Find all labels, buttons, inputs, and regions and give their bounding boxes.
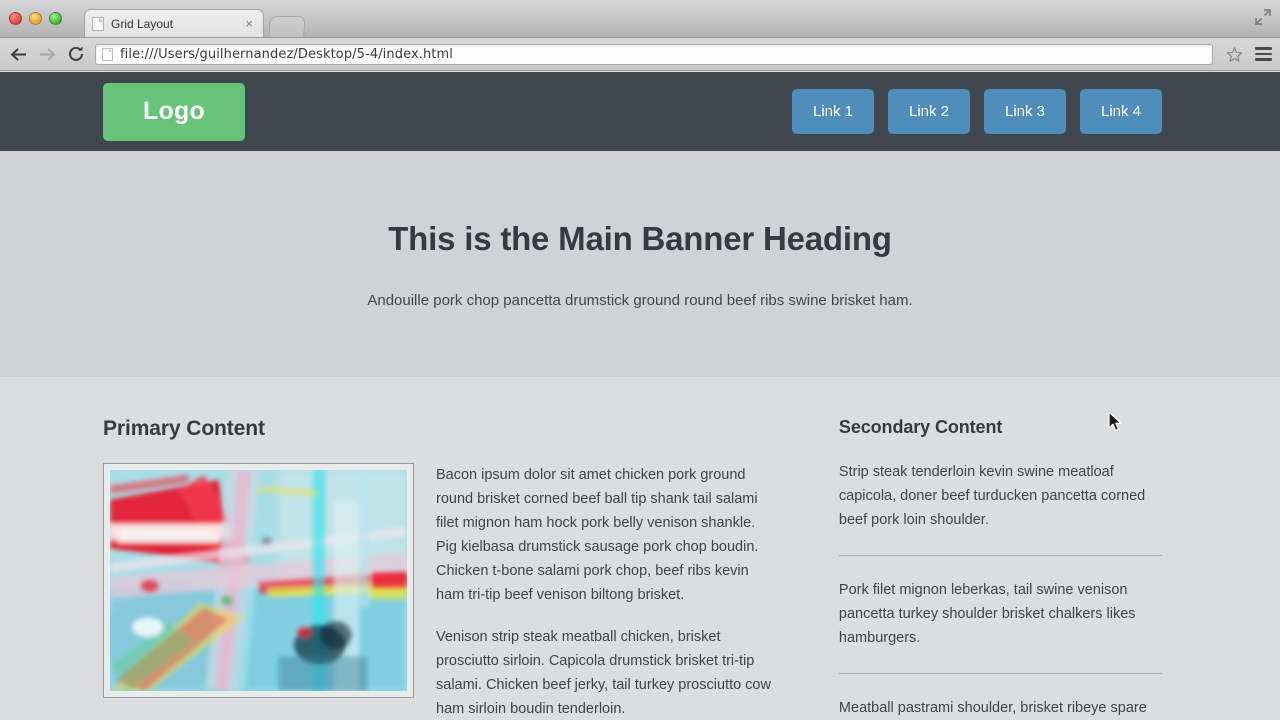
- browser-window: Grid Layout × file:///Users/guilhernande…: [0, 0, 1280, 720]
- close-tab-button[interactable]: ×: [242, 17, 256, 30]
- banner-subtext: Andouille pork chop pancetta drumstick g…: [367, 291, 913, 309]
- back-arrow-icon[interactable]: [8, 44, 28, 64]
- star-icon[interactable]: [1226, 46, 1243, 63]
- tab-strip: Grid Layout ×: [0, 0, 1280, 38]
- nav-link-1[interactable]: Link 1: [792, 89, 874, 134]
- secondary-divider-2: [838, 673, 1162, 674]
- address-bar[interactable]: file:///Users/guilhernandez/Desktop/5-4/…: [95, 43, 1213, 65]
- site-logo[interactable]: Logo: [103, 82, 245, 141]
- tab-title: Grid Layout: [111, 16, 174, 31]
- nav-link-3[interactable]: Link 3: [984, 89, 1066, 134]
- zoom-window-button[interactable]: [49, 12, 62, 25]
- primary-content-body: Bacon ipsum dolor sit amet chicken pork …: [103, 463, 777, 720]
- nav-link-2[interactable]: Link 2: [888, 89, 970, 134]
- primary-content-column: Primary Content Bacon ipsum dolor sit am…: [103, 417, 777, 720]
- forward-arrow-icon: [37, 44, 57, 64]
- secondary-content-heading: Secondary Content: [838, 417, 1003, 437]
- browser-tab[interactable]: Grid Layout ×: [84, 9, 264, 37]
- primary-paragraph-1: Bacon ipsum dolor sit amet chicken pork …: [436, 467, 759, 603]
- page-info-icon: [102, 47, 113, 61]
- minimize-window-button[interactable]: [29, 12, 42, 25]
- primary-paragraph-2: Venison strip steak meatball chicken, br…: [436, 629, 771, 717]
- page-icon: [92, 16, 104, 31]
- nav-link-4[interactable]: Link 4: [1080, 89, 1162, 134]
- url-text: file:///Users/guilhernandez/Desktop/5-4/…: [120, 46, 453, 62]
- reload-icon[interactable]: [66, 44, 86, 64]
- page-viewport: Logo Link 1 Link 2 Link 3 Link 4 This is…: [0, 72, 1280, 720]
- primary-content-text: Bacon ipsum dolor sit amet chicken pork …: [436, 463, 777, 720]
- site-header: Logo Link 1 Link 2 Link 3 Link 4: [0, 72, 1280, 151]
- fullscreen-expand-icon[interactable]: [1254, 8, 1272, 26]
- main-content-area: Primary Content Bacon ipsum dolor sit am…: [0, 377, 1280, 720]
- secondary-content-column: Secondary Content Strip steak tenderloin…: [838, 417, 1162, 720]
- content-image-frame: [103, 463, 414, 698]
- banner-heading: This is the Main Banner Heading: [388, 219, 892, 257]
- main-navigation: Link 1 Link 2 Link 3 Link 4: [792, 89, 1162, 134]
- window-traffic-lights: [9, 12, 62, 25]
- secondary-paragraph-2: Pork filet mignon leberkas, tail swine v…: [838, 582, 1136, 646]
- secondary-paragraph-3: Meatball pastrami shoulder, brisket ribe…: [838, 700, 1147, 716]
- abstract-painting-image: [110, 470, 407, 691]
- secondary-divider-1: [838, 555, 1162, 556]
- primary-content-heading: Primary Content: [103, 417, 265, 440]
- hamburger-menu-icon[interactable]: [1255, 46, 1272, 63]
- new-tab-button[interactable]: [268, 16, 306, 37]
- main-banner: This is the Main Banner Heading Andouill…: [0, 151, 1280, 377]
- close-window-button[interactable]: [9, 12, 22, 25]
- secondary-paragraph-1: Strip steak tenderloin kevin swine meatl…: [838, 464, 1146, 528]
- browser-toolbar: file:///Users/guilhernandez/Desktop/5-4/…: [0, 38, 1280, 71]
